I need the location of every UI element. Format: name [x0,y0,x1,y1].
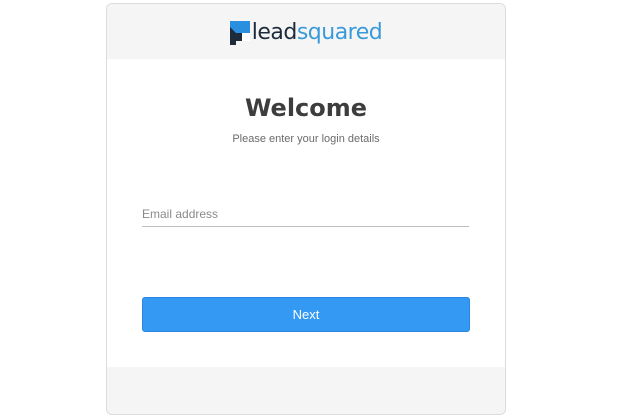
card-header: leadsquared [107,4,505,59]
email-field[interactable] [142,204,469,227]
leadsquared-logo-icon [229,21,250,45]
logo-wordmark: leadsquared [252,22,383,44]
brand-logo: leadsquared [229,21,383,45]
page-subtitle: Please enter your login details [232,133,380,145]
logo-text-lead: lead [251,20,298,45]
page-title: Welcome [244,94,368,122]
logo-text-squared: squared [296,20,383,45]
login-form: Welcome Please enter your login details … [107,59,505,367]
next-button[interactable]: Next [142,297,470,332]
login-card: leadsquared Welcome Please enter your lo… [106,3,506,415]
